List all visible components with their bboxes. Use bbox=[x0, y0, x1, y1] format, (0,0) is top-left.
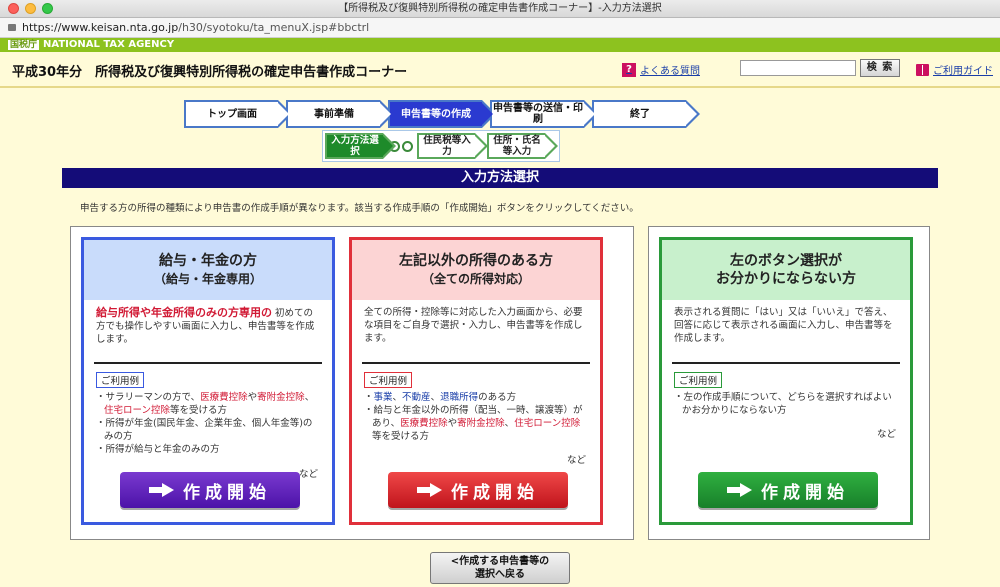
step-end: 終了 bbox=[592, 100, 700, 128]
card-desc-text: 表示される質問に「はい」又は「いいえ」で答え、回答に応じて表示される画面に入力し… bbox=[674, 307, 893, 344]
substep-input-method: 入力方法選択 bbox=[325, 133, 396, 159]
housing-loan-link[interactable]: 住宅ローン控除 bbox=[104, 405, 170, 416]
faq-label[interactable]: よくある質問 bbox=[640, 62, 700, 77]
start-button-label: 作成開始 bbox=[761, 482, 849, 503]
minimize-window-button[interactable] bbox=[25, 3, 36, 14]
substep-resident-tax: 住民税等入力 bbox=[417, 133, 488, 159]
step-create: 申告書等の作成 bbox=[388, 100, 496, 128]
usage-example-label: ご利用例 bbox=[674, 372, 723, 388]
window-controls bbox=[8, 3, 53, 14]
medical-deduction-link[interactable]: 医療費控除 bbox=[400, 418, 448, 429]
card-header: 左記以外の所得のある方 （全ての所得対応） bbox=[352, 240, 600, 300]
list-item: ・サラリーマンの方で、医療費控除や寄附金控除、住宅ローン控除等を受ける方 bbox=[96, 392, 315, 416]
card-subtitle: （全ての所得対応） bbox=[421, 272, 530, 286]
back-button-line1: <作成する申告書等の bbox=[450, 556, 550, 567]
card-title: 給与・年金の方 bbox=[159, 253, 257, 269]
question-icon: ? bbox=[622, 62, 636, 77]
agency-logo[interactable]: 国税庁 bbox=[8, 40, 40, 50]
housing-loan-link[interactable]: 住宅ローン控除 bbox=[514, 418, 580, 429]
faq-link[interactable]: ? よくある質問 bbox=[622, 62, 700, 77]
list-item: ・所得が給与と年金のみの方 bbox=[96, 444, 220, 455]
card-title-line2: お分かりにならない方 bbox=[716, 271, 856, 287]
help-option-panel: 左のボタン選択が お分かりにならない方 表示される質問に「はい」又は「いいえ」で… bbox=[648, 226, 930, 540]
card-desc-text: 全ての所得・控除等に対応した入力画面から、必要な項目をご自身で選択・入力し、申告… bbox=[364, 307, 583, 344]
card-description: 給与所得や年金所得のみの方専用の 初めての方でも操作しやすい画面に入力し、申告書… bbox=[84, 300, 332, 362]
page-title: 平成30年分 所得税及び復興特別所得税の確定申告書作成コーナー bbox=[12, 65, 408, 80]
window-title: 【所得税及び復興特別所得税の確定申告書作成コーナー】-入力方法選択 bbox=[338, 3, 662, 14]
url-path: /h30/syotoku/ta_menuX.jsp#bbctrl bbox=[178, 21, 370, 34]
main-options-panel: 給与・年金の方 （給与・年金専用） 給与所得や年金所得のみの方専用の 初めての方… bbox=[70, 226, 634, 540]
etc-text: など bbox=[876, 429, 896, 440]
list-item: ・左の作成手順について、どちらを選択すればよいかお分かりにならない方 bbox=[674, 392, 892, 416]
usage-list: ・事業、不動産、退職所得のある方 ・給与と年金以外の所得（配当、一時、譲渡等）が… bbox=[352, 388, 600, 443]
card-title: 左のボタン選択が bbox=[730, 253, 842, 269]
guide-label[interactable]: ご利用ガイド bbox=[933, 62, 993, 77]
agency-name[interactable]: NATIONAL TAX AGENCY bbox=[43, 39, 174, 50]
card-description: 全ての所得・控除等に対応した入力画面から、必要な項目をご自身で選択・入力し、申告… bbox=[352, 300, 600, 362]
arrow-right-icon bbox=[417, 483, 443, 497]
back-button-line2: 選択へ戻る bbox=[475, 569, 525, 580]
intro-text: 申告する方の所得の種類により申告書の作成手順が異なります。該当する作成手順の「作… bbox=[80, 203, 639, 214]
real-estate-link[interactable]: 不動産 bbox=[402, 392, 431, 403]
back-button[interactable]: <作成する申告書等の 選択へ戻る bbox=[430, 552, 570, 584]
start-button-label: 作成開始 bbox=[451, 482, 539, 503]
lock-icon bbox=[8, 24, 16, 31]
divider bbox=[94, 362, 322, 364]
book-icon bbox=[916, 63, 929, 76]
medical-deduction-link[interactable]: 医療費控除 bbox=[200, 392, 248, 403]
card-lead: 給与所得や年金所得のみの方専用の bbox=[96, 306, 272, 319]
close-window-button[interactable] bbox=[8, 3, 19, 14]
start-button-label: 作成開始 bbox=[183, 482, 271, 503]
unsure-card: 左のボタン選択が お分かりにならない方 表示される質問に「はい」又は「いいえ」で… bbox=[659, 237, 913, 525]
progress-steps: トップ画面 事前準備 申告書等の作成 申告書等の送信・印刷 終了 bbox=[184, 100, 700, 128]
step-prep: 事前準備 bbox=[286, 100, 394, 128]
sub-steps: 入力方法選択 住民税等入力 住所・氏名等入力 bbox=[322, 130, 560, 162]
card-subtitle: （給与・年金専用） bbox=[153, 272, 262, 286]
circle-icon bbox=[402, 140, 413, 152]
divider bbox=[672, 362, 900, 364]
address-bar[interactable]: https://www.keisan.nta.go.jp/h30/syotoku… bbox=[0, 18, 1000, 38]
window-titlebar: 【所得税及び復興特別所得税の確定申告書作成コーナー】-入力方法選択 bbox=[0, 0, 1000, 18]
salary-pension-card: 給与・年金の方 （給与・年金専用） 給与所得や年金所得のみの方専用の 初めての方… bbox=[81, 237, 335, 525]
card-title: 左記以外の所得のある方 bbox=[399, 253, 553, 269]
etc-text: など bbox=[566, 455, 586, 466]
list-item: ・所得が年金(国民年金、企業年金、個人年金等)のみの方 bbox=[96, 418, 313, 442]
card-header: 左のボタン選択が お分かりにならない方 bbox=[662, 240, 910, 300]
card-description: 表示される質問に「はい」又は「いいえ」で答え、回答に応じて表示される画面に入力し… bbox=[662, 300, 910, 362]
other-start-button[interactable]: 作成開始 bbox=[388, 472, 568, 508]
list-item: ・事業、不動産、退職所得のある方 bbox=[364, 392, 517, 403]
agency-bar: 国税庁 NATIONAL TAX AGENCY bbox=[0, 38, 1000, 52]
list-item: ・給与と年金以外の所得（配当、一時、譲渡等）があり、医療費控除や寄附金控除、住宅… bbox=[364, 405, 583, 442]
donation-deduction-link[interactable]: 寄附金控除 bbox=[457, 418, 505, 429]
unsure-start-button[interactable]: 作成開始 bbox=[698, 472, 878, 508]
usage-list: ・左の作成手順について、どちらを選択すればよいかお分かりにならない方 bbox=[662, 388, 910, 417]
search-input[interactable] bbox=[740, 60, 856, 76]
salary-start-button[interactable]: 作成開始 bbox=[120, 472, 300, 508]
section-title: 入力方法選択 bbox=[62, 168, 938, 188]
user-guide-link[interactable]: ご利用ガイド bbox=[916, 62, 993, 77]
divider bbox=[362, 362, 590, 364]
search-button[interactable]: 検 索 bbox=[860, 59, 900, 77]
business-link[interactable]: 事業 bbox=[374, 392, 393, 403]
step-send-print: 申告書等の送信・印刷 bbox=[490, 100, 598, 128]
donation-deduction-link[interactable]: 寄附金控除 bbox=[257, 392, 305, 403]
arrow-right-icon bbox=[149, 483, 175, 497]
usage-list: ・サラリーマンの方で、医療費控除や寄附金控除、住宅ローン控除等を受ける方 ・所得… bbox=[84, 388, 332, 456]
substep-address-name: 住所・氏名等入力 bbox=[487, 133, 558, 159]
arrow-right-icon bbox=[727, 483, 753, 497]
card-header: 給与・年金の方 （給与・年金専用） bbox=[84, 240, 332, 300]
url-host: https://www.keisan.nta.go.jp bbox=[22, 21, 179, 34]
retirement-income-link[interactable]: 退職所得 bbox=[440, 392, 478, 403]
zoom-window-button[interactable] bbox=[42, 3, 53, 14]
step-top: トップ画面 bbox=[184, 100, 292, 128]
usage-example-label: ご利用例 bbox=[96, 372, 145, 388]
usage-example-label: ご利用例 bbox=[364, 372, 413, 388]
page-header: 平成30年分 所得税及び復興特別所得税の確定申告書作成コーナー ? よくある質問… bbox=[0, 52, 1000, 88]
etc-text: など bbox=[298, 469, 318, 480]
other-income-card: 左記以外の所得のある方 （全ての所得対応） 全ての所得・控除等に対応した入力画面… bbox=[349, 237, 603, 525]
